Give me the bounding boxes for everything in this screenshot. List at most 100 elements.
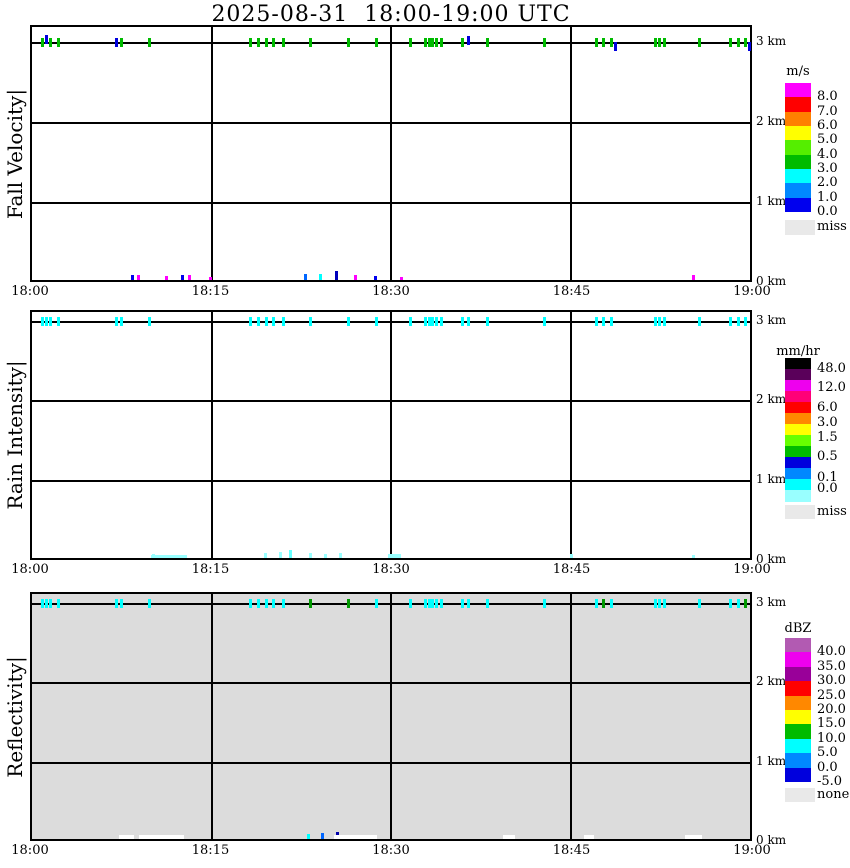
data-tick-3km [249, 37, 253, 47]
data-tick-3km [49, 316, 53, 326]
data-tick-3km [249, 316, 253, 326]
colorbar-tick-label: 0.5 [817, 448, 838, 464]
gridline-vertical [390, 27, 392, 280]
y-axis-title: Fall Velocity| [3, 88, 27, 219]
data-tick-3km [653, 37, 657, 47]
colorbar-missing-swatch [785, 220, 815, 235]
colorbar-block [785, 738, 811, 754]
data-tick-3km [272, 316, 276, 326]
data-tick-3km [44, 598, 48, 608]
data-tick-3km [744, 598, 748, 608]
colorbar-tick-label: 7.0 [817, 103, 838, 119]
data-tick-3km [375, 37, 379, 47]
colorbar-block [785, 457, 811, 469]
colorbar-tick-label: 20.0 [817, 702, 846, 717]
data-tick-3km [602, 37, 606, 47]
colorbar-block [785, 468, 811, 480]
x-axis-label: 18:45 [552, 284, 591, 299]
data-tick-3km [467, 35, 471, 45]
colorbar-block [785, 369, 811, 381]
x-axis-label: 18:30 [372, 284, 410, 299]
data-tick-3km [40, 598, 44, 608]
data-tick-3km [119, 37, 123, 47]
data-tick-3km [460, 37, 464, 47]
data-tick-3km [423, 316, 427, 326]
colorbar-tick-label: 0.0 [817, 759, 838, 775]
colorbar-block [785, 358, 811, 370]
data-tick-3km [44, 316, 48, 326]
colorbar-block [785, 710, 811, 725]
data-tick-3km [658, 316, 662, 326]
colorbar-missing-label: none [817, 787, 850, 802]
data-tick-3km [543, 598, 547, 608]
data-tick-3km [347, 37, 351, 47]
data-tick-3km [697, 316, 701, 326]
x-axis-label: 18:30 [372, 843, 410, 858]
data-tick-3km [435, 37, 439, 47]
data-mark-0km [334, 271, 338, 280]
data-mark-0km [138, 835, 184, 839]
colorbar-block [785, 753, 811, 769]
data-mark-0km [278, 552, 282, 558]
x-axis-label: 18:00 [11, 284, 49, 299]
colorbar-block [785, 446, 811, 458]
colorbar-tick-label: 6.0 [817, 117, 838, 133]
colorbar-block [785, 638, 811, 653]
data-tick-3km [115, 316, 119, 326]
data-tick-3km [427, 598, 431, 608]
colorbar-tick-label: 5.0 [817, 745, 838, 761]
data-tick-3km [594, 37, 598, 47]
colorbar-tick-label: 30.0 [817, 673, 846, 689]
data-tick-3km [594, 316, 598, 326]
gridline-vertical [569, 312, 572, 558]
colorbar-tick-label: 6.0 [817, 400, 838, 416]
data-tick-3km [281, 598, 285, 608]
colorbar-block [785, 183, 811, 199]
data-tick-3km [697, 598, 701, 608]
colorbar-missing-swatch [785, 788, 815, 802]
data-tick-3km [257, 598, 261, 608]
x-axis-label: 19:00 [733, 284, 771, 299]
colorbar-block [785, 435, 811, 447]
data-tick-3km [658, 37, 662, 47]
data-tick-3km [281, 316, 285, 326]
colorbar-tick-label: 3.0 [817, 415, 838, 431]
data-tick-3km [609, 37, 613, 47]
figure-title: 2025-08-31 18:00-19:00 UTC [211, 2, 571, 27]
data-tick-3km [460, 598, 464, 608]
data-tick-3km [439, 316, 443, 326]
data-mark-0km [151, 555, 188, 558]
colorbar-tick-label: 3.0 [817, 161, 838, 177]
data-mark-0km [684, 835, 702, 839]
colorbar-block [785, 724, 811, 740]
data-mark-0km [333, 835, 377, 839]
colorbar-block [785, 97, 811, 113]
data-tick-3km [653, 598, 657, 608]
gridline-vertical [210, 312, 213, 558]
data-tick-3km [57, 598, 61, 608]
data-tick-3km [737, 37, 740, 47]
data-mark-0km [209, 277, 213, 280]
data-tick-3km [265, 316, 269, 326]
data-tick-3km [57, 316, 61, 326]
data-mark-0km [306, 834, 310, 839]
colorbar-missing-swatch [785, 505, 815, 519]
x-axis-label: 18:15 [191, 284, 230, 299]
data-tick-3km [375, 598, 379, 608]
data-tick-3km [613, 41, 617, 51]
colorbar-tick-label: 0.0 [817, 480, 838, 496]
km-axis-label: 3 km [756, 34, 787, 48]
data-mark-0km [263, 553, 267, 558]
data-tick-3km [431, 598, 435, 608]
data-mark-0km [388, 554, 402, 558]
data-mark-0km [119, 835, 135, 839]
data-mark-0km [320, 833, 324, 839]
data-tick-3km [663, 316, 667, 326]
data-tick-3km [309, 598, 313, 608]
colorbar-tick-label: 40.0 [817, 644, 846, 660]
data-tick-3km [272, 37, 276, 47]
data-tick-3km [431, 316, 435, 326]
data-tick-3km [658, 598, 662, 608]
colorbar-tick-label: 10.0 [817, 730, 846, 746]
data-tick-3km [257, 37, 261, 47]
